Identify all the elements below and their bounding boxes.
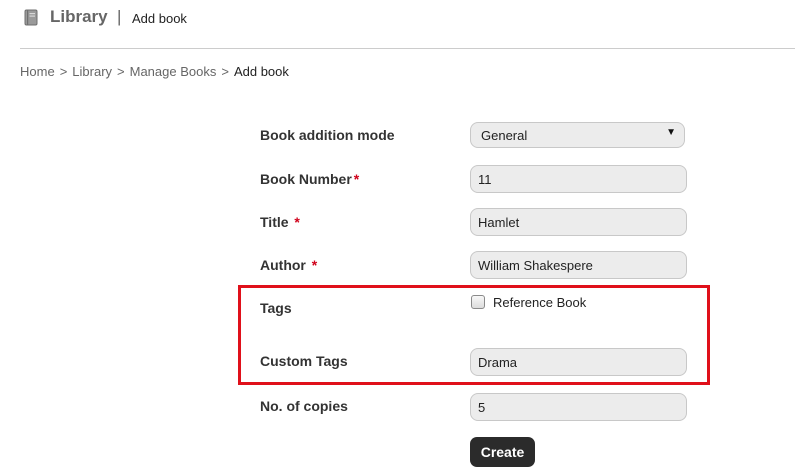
author-label: Author * <box>260 257 317 273</box>
create-button[interactable]: Create <box>470 437 535 467</box>
breadcrumb-separator: > <box>221 64 229 79</box>
title-label-text: Title <box>260 214 293 230</box>
author-input[interactable] <box>470 251 687 279</box>
copies-label: No. of copies <box>260 398 348 414</box>
title-input[interactable] <box>470 208 687 236</box>
author-label-text: Author <box>260 257 310 273</box>
breadcrumb-separator: > <box>59 64 68 79</box>
title-label: Title * <box>260 214 300 230</box>
breadcrumb-separator: > <box>117 64 125 79</box>
page-header: Library | Add book <box>0 0 795 40</box>
book-number-label-text: Book Number <box>260 171 352 187</box>
mode-select[interactable]: General ▼ <box>470 122 685 148</box>
header-divider <box>20 48 795 49</box>
page-title: Add book <box>132 11 187 26</box>
copies-input[interactable] <box>470 393 687 421</box>
book-number-label: Book Number * <box>260 171 359 187</box>
breadcrumb-manage-books[interactable]: Manage Books <box>130 64 217 79</box>
book-number-input[interactable] <box>470 165 687 193</box>
breadcrumb-current: Add book <box>233 64 289 79</box>
mode-label: Book addition mode <box>260 127 395 143</box>
title-separator: | <box>117 7 122 26</box>
required-marker: * <box>311 257 318 273</box>
book-icon <box>24 9 38 26</box>
required-marker: * <box>353 171 360 187</box>
breadcrumb: Home > Library > Manage Books > Add book <box>20 64 289 79</box>
breadcrumb-home[interactable]: Home <box>20 64 55 79</box>
app-title: Library <box>50 7 108 26</box>
required-marker: * <box>294 214 300 230</box>
chevron-down-icon: ▼ <box>666 127 676 138</box>
highlight-annotation <box>238 285 710 385</box>
breadcrumb-library[interactable]: Library <box>72 64 112 79</box>
mode-select-value: General <box>481 128 528 143</box>
